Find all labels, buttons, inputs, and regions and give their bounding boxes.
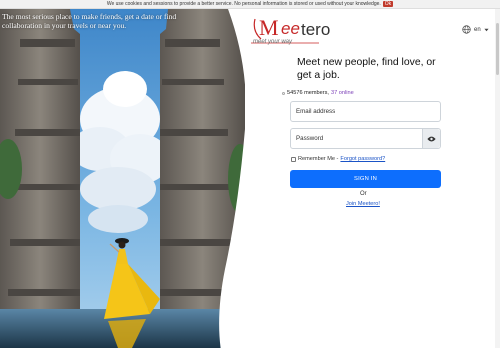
logo-text-tero: tero xyxy=(301,20,331,39)
scrollbar[interactable] xyxy=(495,9,500,348)
logo-slogan: meet your way xyxy=(253,39,293,45)
status-dot-icon xyxy=(282,91,285,95)
chevron-down-icon xyxy=(484,28,489,31)
online-count: 37 online xyxy=(330,90,354,96)
hero-illustration xyxy=(0,9,245,348)
password-placeholder: Password xyxy=(296,135,324,142)
hero-tagline: The most serious place to make friends, … xyxy=(2,12,177,30)
remember-me-checkbox[interactable] xyxy=(291,156,296,162)
logo-text-m: M xyxy=(259,15,279,40)
password-field[interactable]: Password xyxy=(290,128,441,149)
forgot-password-link[interactable]: Forgot password? xyxy=(340,156,385,162)
eye-icon xyxy=(427,136,436,141)
members-count: 54576 members, xyxy=(287,90,329,96)
language-selector[interactable]: en xyxy=(462,25,489,34)
page-headline: Meet new people, find love, or get a job… xyxy=(297,57,436,81)
remember-row: Remember Me - Forgot password? xyxy=(291,156,385,162)
logo-text-ee: ee xyxy=(281,19,300,38)
scrollbar-thumb[interactable] xyxy=(496,23,499,75)
cookie-ok-button[interactable]: Ok xyxy=(382,1,394,7)
language-label: en xyxy=(474,26,481,33)
sign-in-button[interactable]: SIGN IN xyxy=(290,170,441,188)
remember-me-label: Remember Me - xyxy=(298,156,339,162)
email-placeholder: Email address xyxy=(296,108,336,115)
member-stats: 54576 members, 37 online xyxy=(282,90,354,96)
cookie-text: We use cookies and sessions to provide a… xyxy=(106,1,381,7)
email-field[interactable]: Email address xyxy=(290,101,441,122)
globe-icon xyxy=(462,25,471,34)
show-password-button[interactable] xyxy=(422,129,440,148)
page: We use cookies and sessions to provide a… xyxy=(0,0,500,348)
or-label: Or xyxy=(360,191,367,197)
join-link[interactable]: Join Meetero! xyxy=(346,201,380,207)
hero-image: The most serious place to make friends, … xyxy=(0,9,245,348)
cookie-banner: We use cookies and sessions to provide a… xyxy=(0,0,500,9)
meetero-logo[interactable]: M ee tero meet your way xyxy=(249,13,359,49)
